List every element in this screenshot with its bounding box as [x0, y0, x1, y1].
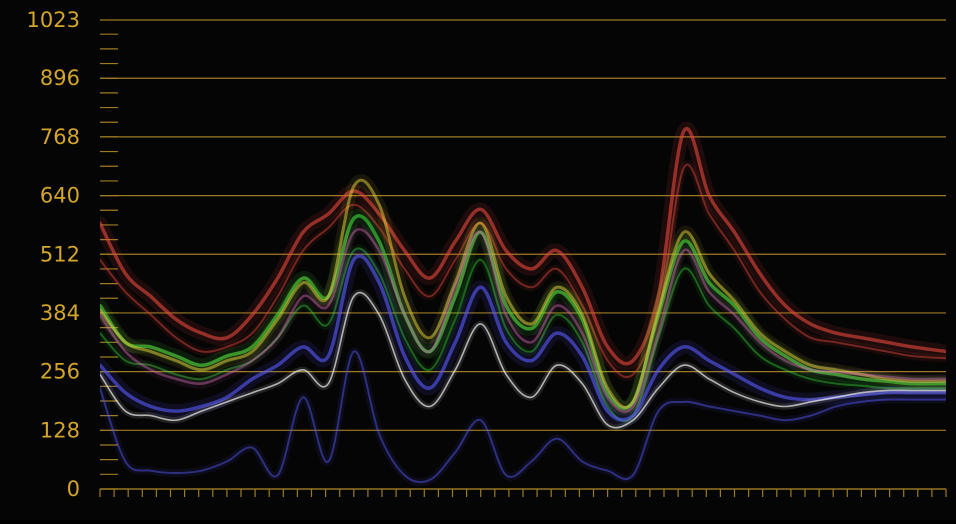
waveform-chart: 1023 896 768 640 512 384 256 128 0: [0, 0, 956, 520]
y-tick-label-256: 256: [40, 360, 80, 384]
y-tick-label-0: 0: [67, 477, 80, 501]
y-tick-label-640: 640: [40, 184, 80, 208]
y-tick-label-1023: 1023: [27, 8, 80, 32]
y-tick-label-896: 896: [40, 66, 80, 90]
y-tick-label-128: 128: [40, 418, 80, 442]
y-tick-label-768: 768: [40, 125, 80, 149]
waveform-scope: 1023 896 768 640 512 384 256 128 0: [0, 0, 956, 520]
y-tick-label-384: 384: [40, 301, 80, 325]
y-tick-label-512: 512: [40, 242, 80, 266]
